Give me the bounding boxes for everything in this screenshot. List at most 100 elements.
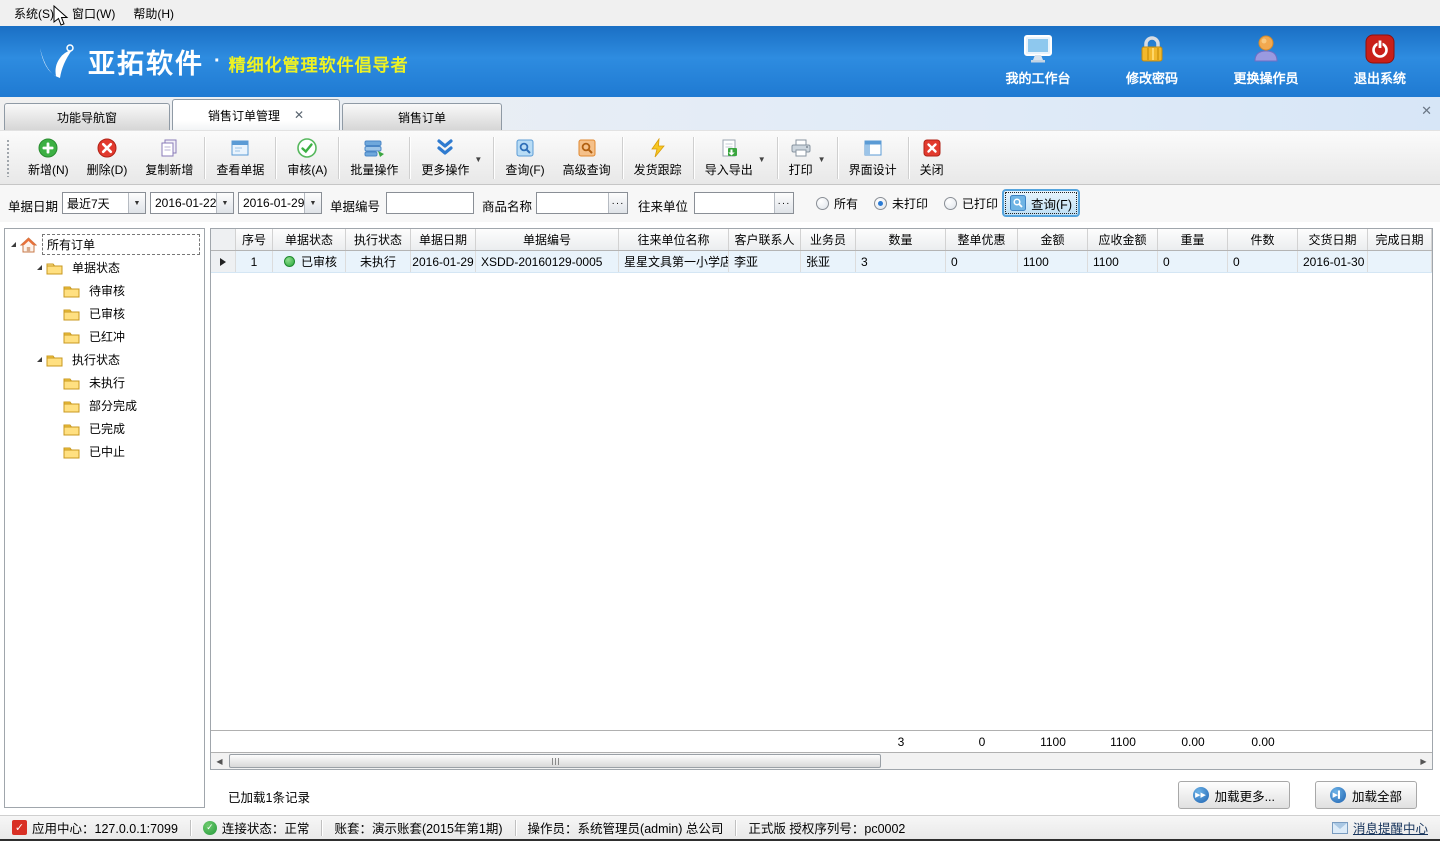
partner-picker-ellipsis-icon[interactable]: ··· xyxy=(774,193,793,213)
col-header[interactable]: 单据状态 xyxy=(273,229,346,250)
load-all-button[interactable]: ▶▍ 加载全部 xyxy=(1315,781,1417,809)
combo-dropdown-icon[interactable]: ▼ xyxy=(304,193,321,213)
load-more-button[interactable]: ▶▶ 加载更多... xyxy=(1178,781,1290,809)
product-input[interactable] xyxy=(537,194,608,212)
col-header[interactable]: 重量 xyxy=(1158,229,1228,250)
col-header[interactable]: 完成日期 xyxy=(1368,229,1432,250)
import-export-button[interactable]: 导入导出 ▼ xyxy=(696,134,775,182)
ui-design-button[interactable]: 界面设计 xyxy=(840,134,906,182)
copy-new-button[interactable]: 复制新增 xyxy=(136,134,202,182)
tree-item-doc-status[interactable]: 单据状态 xyxy=(5,256,204,279)
tree-item-exec-status[interactable]: 执行状态 xyxy=(5,348,204,371)
scroll-left-icon[interactable]: ◀ xyxy=(211,753,228,769)
add-button[interactable]: 新增(N) xyxy=(19,134,78,182)
brand-slogan: 精细化管理软件倡导者 xyxy=(229,47,409,76)
expander-icon[interactable] xyxy=(37,357,42,362)
col-header[interactable]: 数量 xyxy=(856,229,946,250)
order-no-label: 单据编号 xyxy=(330,196,380,215)
menu-help[interactable]: 帮助(H) xyxy=(127,1,186,26)
dropdown-arrow-icon[interactable]: ▼ xyxy=(474,151,482,164)
tree-item-all-orders[interactable]: 所有订单 xyxy=(5,233,204,256)
approve-button[interactable]: 审核(A) xyxy=(278,134,336,182)
sum-amount: 1100 xyxy=(1018,731,1088,752)
date-from-combo[interactable]: 2016-01-22 ▼ xyxy=(150,192,234,214)
col-header[interactable]: 件数 xyxy=(1228,229,1298,250)
cell-qty: 3 xyxy=(856,251,946,272)
switch-operator-button[interactable]: 更换操作员 xyxy=(1224,34,1308,87)
import-export-icon xyxy=(719,138,739,158)
row-indicator xyxy=(211,251,236,272)
advanced-query-button[interactable]: 高级查询 xyxy=(554,134,620,182)
close-button[interactable]: 关闭 xyxy=(911,134,953,182)
tab-close-icon[interactable]: ✕ xyxy=(294,108,304,122)
date-to-combo[interactable]: 2016-01-29 ▼ xyxy=(238,192,322,214)
order-no-input[interactable] xyxy=(387,194,473,212)
col-header[interactable]: 整单优惠 xyxy=(946,229,1018,250)
table-row[interactable]: 1 已审核 未执行 2016-01-29 XSDD-20160129-0005 … xyxy=(211,251,1432,273)
batch-actions-button[interactable]: 批量操作 xyxy=(341,134,407,182)
radio-printed[interactable]: 已打印 xyxy=(944,195,998,212)
tab-strip-close-icon[interactable]: ✕ xyxy=(1421,103,1432,119)
more-actions-button[interactable]: 更多操作 ▼ xyxy=(412,134,491,182)
col-header[interactable]: 执行状态 xyxy=(346,229,411,250)
tab-sales-order-management[interactable]: 销售订单管理 ✕ xyxy=(172,99,340,130)
tab-label: 销售订单管理 xyxy=(208,107,280,124)
header-indicator xyxy=(211,229,236,250)
radio-not-printed[interactable]: 未打印 xyxy=(874,195,928,212)
partner-input-wrap: ··· xyxy=(694,192,794,214)
load-all-icon: ▶▍ xyxy=(1330,787,1346,803)
expander-icon[interactable] xyxy=(37,265,42,270)
partner-input[interactable] xyxy=(695,194,774,212)
col-header[interactable]: 业务员 xyxy=(801,229,856,250)
col-header[interactable]: 序号 xyxy=(236,229,273,250)
product-picker-ellipsis-icon[interactable]: ··· xyxy=(608,193,627,213)
col-header[interactable]: 往来单位名称 xyxy=(619,229,729,250)
col-header[interactable]: 单据日期 xyxy=(411,229,476,250)
view-document-button[interactable]: 查看单据 xyxy=(207,134,273,182)
shipping-tracking-button[interactable]: 发货跟踪 xyxy=(625,134,691,182)
tree-item-not-executed[interactable]: 未执行 xyxy=(5,371,204,394)
print-status-radios: 所有 未打印 已打印 xyxy=(816,195,998,212)
col-header[interactable]: 金额 xyxy=(1018,229,1088,250)
toolbar-grip[interactable] xyxy=(6,139,11,177)
horizontal-scrollbar[interactable]: ◀ ▶ xyxy=(211,752,1432,769)
workbench-button[interactable]: 我的工作台 xyxy=(996,34,1080,87)
menu-window[interactable]: 窗口(W) xyxy=(66,1,127,26)
tab-sales-order[interactable]: 销售订单 xyxy=(342,103,502,130)
combo-dropdown-icon[interactable]: ▼ xyxy=(128,193,145,213)
expander-icon[interactable] xyxy=(11,242,16,247)
change-password-button[interactable]: 修改密码 xyxy=(1110,34,1194,87)
message-center-link[interactable]: 消息提醒中心 xyxy=(1320,818,1440,837)
tree-item-completed[interactable]: 已完成 xyxy=(5,417,204,440)
tree-item-approved[interactable]: 已审核 xyxy=(5,302,204,325)
tree-item-partially-done[interactable]: 部分完成 xyxy=(5,394,204,417)
tree-item-pending-approval[interactable]: 待审核 xyxy=(5,279,204,302)
col-header[interactable]: 应收金额 xyxy=(1088,229,1158,250)
radio-all[interactable]: 所有 xyxy=(816,195,858,212)
print-button[interactable]: 打印 ▼ xyxy=(780,134,835,182)
tree-item-reversed[interactable]: 已红冲 xyxy=(5,325,204,348)
scroll-right-icon[interactable]: ▶ xyxy=(1415,753,1432,769)
dropdown-arrow-icon[interactable]: ▼ xyxy=(818,151,826,164)
date-range-combo[interactable]: 最近7天 ▼ xyxy=(62,192,146,214)
exit-system-button[interactable]: 退出系统 xyxy=(1338,34,1422,87)
scrollbar-thumb[interactable] xyxy=(229,754,881,768)
connection-status: ✓ 连接状态：正常 xyxy=(191,818,322,837)
query-button[interactable]: 查询(F) xyxy=(496,134,553,182)
delete-button[interactable]: 删除(D) xyxy=(78,134,137,182)
cell-pieces: 0 xyxy=(1228,251,1298,272)
toolbar-separator xyxy=(693,137,694,179)
col-header[interactable]: 客户联系人 xyxy=(729,229,801,250)
toolbar: 新增(N) 删除(D) 复制新增 查看单据 审核(A) 批量操作 xyxy=(0,130,1440,185)
grid-header-row: 序号 单据状态 执行状态 单据日期 单据编号 往来单位名称 客户联系人 业务员 … xyxy=(211,229,1432,251)
tree-item-aborted[interactable]: 已中止 xyxy=(5,440,204,463)
tab-function-navigator[interactable]: 功能导航窗 xyxy=(4,103,170,130)
folder-icon xyxy=(46,261,63,275)
filter-query-button[interactable]: 查询(F) xyxy=(1002,189,1080,217)
combo-dropdown-icon[interactable]: ▼ xyxy=(216,193,233,213)
toolbar-separator xyxy=(338,137,339,179)
dropdown-arrow-icon[interactable]: ▼ xyxy=(758,151,766,164)
col-header[interactable]: 交货日期 xyxy=(1298,229,1368,250)
add-icon xyxy=(38,138,58,158)
col-header[interactable]: 单据编号 xyxy=(476,229,619,250)
